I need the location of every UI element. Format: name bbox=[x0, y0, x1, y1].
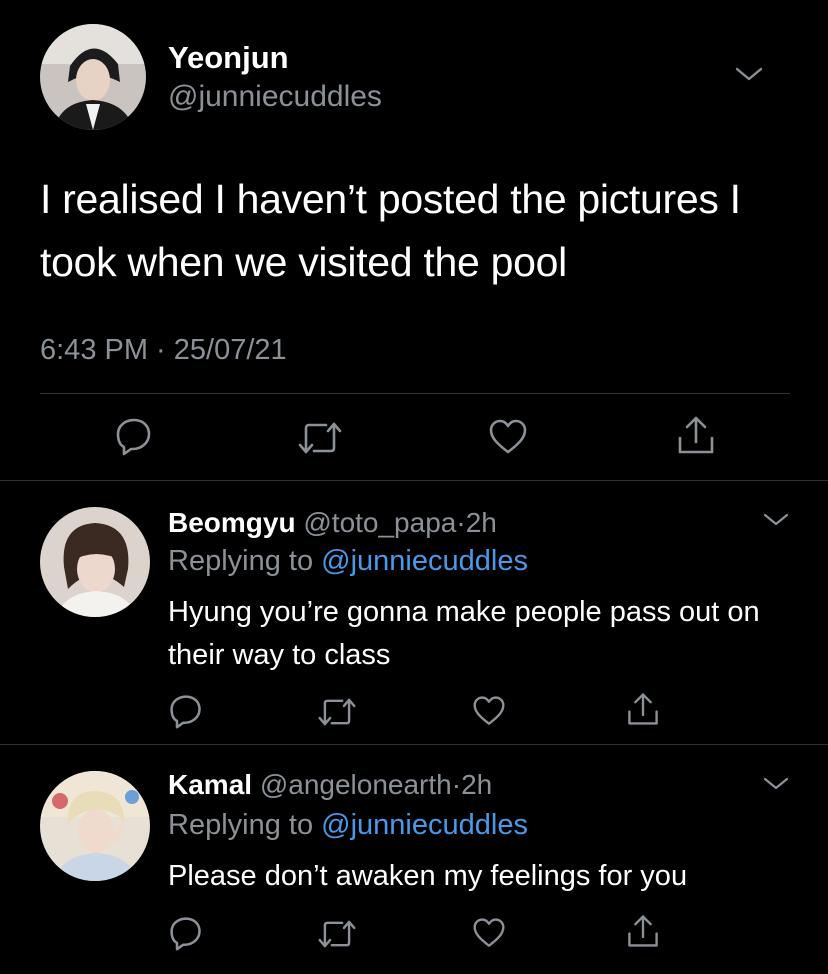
author-handle[interactable]: @angelonearth bbox=[260, 769, 452, 800]
tweet-thread-page: Yeonjun @junniecuddles I realised I have… bbox=[0, 0, 828, 974]
share-icon[interactable] bbox=[676, 414, 716, 456]
chevron-down-icon[interactable] bbox=[762, 775, 790, 793]
like-icon[interactable] bbox=[488, 418, 528, 456]
mention-link[interactable]: @junniecuddles bbox=[321, 809, 528, 841]
share-icon[interactable] bbox=[626, 913, 660, 949]
reply-header: Kamal @angelonearth·2h bbox=[168, 769, 492, 801]
reply-actions bbox=[0, 693, 828, 733]
like-icon[interactable] bbox=[472, 695, 506, 727]
share-icon[interactable] bbox=[626, 691, 660, 727]
reply-tweet[interactable]: Kamal @angelonearth·2h Replying to @junn… bbox=[0, 745, 828, 974]
reply-icon[interactable] bbox=[114, 416, 154, 456]
reply-text: Hyung you’re gonna make people pass out … bbox=[168, 596, 760, 671]
replying-to: Replying to @junniecuddles bbox=[168, 545, 528, 578]
author-name[interactable]: Beomgyu bbox=[168, 507, 296, 538]
reply-header: Beomgyu @toto_papa·2h bbox=[168, 507, 497, 539]
mention-link[interactable]: @junniecuddles bbox=[321, 545, 528, 577]
tweet-actions bbox=[0, 412, 828, 462]
divider bbox=[40, 393, 790, 394]
reply-tweet[interactable]: Beomgyu @toto_papa·2h Replying to @junni… bbox=[0, 481, 828, 744]
avatar[interactable] bbox=[40, 507, 150, 617]
separator-dot: · bbox=[451, 769, 462, 800]
reply-time[interactable]: 2h bbox=[466, 507, 497, 538]
retweet-icon[interactable] bbox=[298, 420, 342, 456]
tweet-timestamp[interactable]: 6:43 PM · 25/07/21 bbox=[40, 334, 287, 367]
main-tweet[interactable]: Yeonjun @junniecuddles I realised I have… bbox=[0, 0, 828, 480]
chevron-down-icon[interactable] bbox=[734, 64, 764, 84]
avatar[interactable] bbox=[40, 771, 150, 881]
reply-time[interactable]: 2h bbox=[461, 769, 492, 800]
author-name[interactable]: Kamal bbox=[168, 769, 252, 800]
replying-prefix: Replying to bbox=[168, 545, 322, 577]
author-name[interactable]: Yeonjun bbox=[168, 40, 289, 76]
reply-icon[interactable] bbox=[168, 915, 204, 951]
separator-dot: · bbox=[456, 507, 466, 538]
tweet-text: I realised I haven’t posted the pictures… bbox=[40, 176, 741, 285]
chevron-down-icon[interactable] bbox=[762, 511, 790, 529]
like-icon[interactable] bbox=[472, 917, 506, 949]
retweet-icon[interactable] bbox=[318, 918, 356, 950]
reply-actions bbox=[0, 915, 828, 955]
replying-prefix: Replying to bbox=[168, 809, 322, 841]
avatar[interactable] bbox=[40, 24, 146, 130]
author-handle[interactable]: @junniecuddles bbox=[168, 80, 382, 114]
reply-icon[interactable] bbox=[168, 693, 204, 729]
retweet-icon[interactable] bbox=[318, 696, 356, 728]
author-handle[interactable]: @toto_papa bbox=[303, 507, 456, 538]
reply-text: Please don’t awaken my feelings for you bbox=[168, 860, 688, 892]
replying-to: Replying to @junniecuddles bbox=[168, 809, 528, 842]
